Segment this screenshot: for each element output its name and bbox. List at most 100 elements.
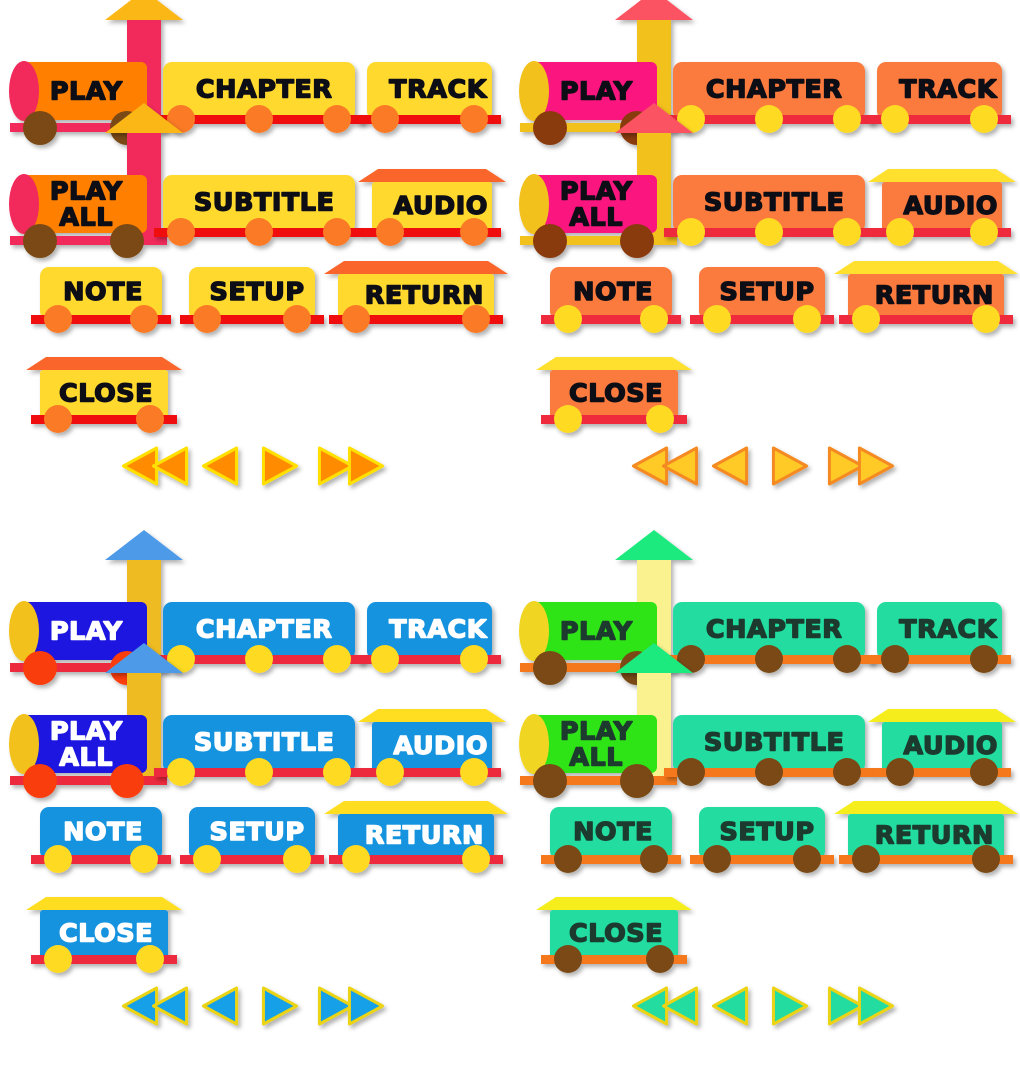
car-wheel [167, 218, 195, 246]
arrow-skip-back-icon[interactable] [661, 986, 699, 1026]
arrow-skip-back-icon[interactable] [151, 446, 189, 486]
arrow-previous-icon[interactable] [711, 446, 749, 486]
note-button[interactable]: NOTE [31, 267, 171, 333]
arrow-skip-forward-button[interactable] [317, 986, 385, 1026]
subtitle-button[interactable]: SUBTITLE [664, 175, 874, 246]
arrow-skip-back-button[interactable] [631, 986, 699, 1026]
return-button-label: RETURN [365, 821, 484, 850]
return-button[interactable]: RETURN [834, 261, 1018, 333]
return-button-label: RETURN [365, 281, 484, 310]
track-button[interactable]: TRACK [358, 62, 501, 133]
arrow-skip-back-icon[interactable] [661, 446, 699, 486]
car-wheel [245, 105, 273, 133]
arrow-skip-back-icon[interactable] [121, 986, 159, 1026]
arrow-skip-back-icon[interactable] [121, 446, 159, 486]
car-wheel [136, 945, 164, 973]
arrow-play-icon[interactable] [771, 986, 809, 1026]
chapter-button[interactable]: CHAPTER [664, 62, 874, 133]
arrow-play-button[interactable] [771, 986, 809, 1026]
audio-button[interactable]: AUDIO [868, 709, 1016, 786]
car-roof [358, 709, 506, 722]
arrow-skip-back-icon[interactable] [151, 986, 189, 1026]
car-wheel [886, 758, 914, 786]
audio-button[interactable]: AUDIO [358, 169, 506, 246]
track-button[interactable]: TRACK [868, 62, 1011, 133]
close-button-label: CLOSE [569, 379, 663, 408]
track-button-label: TRACK [389, 75, 488, 104]
setup-button[interactable]: SETUP [180, 807, 324, 873]
return-button[interactable]: RETURN [324, 261, 508, 333]
arrow-skip-back-button[interactable] [631, 446, 699, 486]
close-button[interactable]: CLOSE [536, 357, 692, 433]
play-button-label: PLAY [50, 77, 123, 106]
theme-panel-orange: PLAY CHAPTER TRACK PLAY ALL SUBTITLE AUDIO NOTE… [0, 0, 510, 540]
arrow-play-icon[interactable] [261, 446, 299, 486]
arrow-play-button[interactable] [261, 986, 299, 1026]
car-roof [834, 801, 1018, 814]
car-wheel [881, 645, 909, 673]
arrow-previous-icon[interactable] [201, 446, 239, 486]
audio-button[interactable]: AUDIO [868, 169, 1016, 246]
arrow-play-button[interactable] [771, 446, 809, 486]
setup-button[interactable]: SETUP [690, 267, 834, 333]
track-button[interactable]: TRACK [358, 602, 501, 673]
car-wheel [554, 405, 582, 433]
arrow-skip-back-button[interactable] [121, 986, 189, 1026]
close-button[interactable]: CLOSE [26, 897, 182, 973]
car-wheel [376, 758, 404, 786]
car-roof [536, 357, 692, 370]
arrow-previous-button[interactable] [201, 986, 239, 1026]
arrow-skip-forward-icon[interactable] [317, 446, 355, 486]
car-roof [324, 801, 508, 814]
chapter-button[interactable]: CHAPTER [664, 602, 874, 673]
arrow-skip-back-icon[interactable] [631, 446, 669, 486]
arrow-play-icon[interactable] [771, 446, 809, 486]
track-button[interactable]: TRACK [868, 602, 1011, 673]
play-all-button-label-line2: ALL [569, 743, 623, 772]
arrow-skip-forward-button[interactable] [317, 446, 385, 486]
note-button[interactable]: NOTE [541, 807, 681, 873]
arrow-skip-forward-icon[interactable] [827, 446, 865, 486]
arrow-skip-forward-icon[interactable] [827, 986, 865, 1026]
return-button[interactable]: RETURN [324, 801, 508, 873]
car-wheel [460, 758, 488, 786]
note-button[interactable]: NOTE [541, 267, 681, 333]
return-button-label: RETURN [875, 281, 994, 310]
audio-button-label: AUDIO [903, 731, 998, 760]
arrow-skip-forward-icon[interactable] [347, 446, 385, 486]
close-button[interactable]: CLOSE [26, 357, 182, 433]
arrow-previous-icon[interactable] [711, 986, 749, 1026]
arrow-play-button[interactable] [261, 446, 299, 486]
arrow-skip-forward-button[interactable] [827, 446, 895, 486]
subtitle-button[interactable]: SUBTITLE [154, 715, 364, 786]
arrow-skip-forward-icon[interactable] [347, 986, 385, 1026]
chapter-button[interactable]: CHAPTER [154, 62, 364, 133]
arrow-skip-forward-icon[interactable] [857, 986, 895, 1026]
car-roof [26, 357, 182, 370]
audio-button[interactable]: AUDIO [358, 709, 506, 786]
arrow-skip-forward-button[interactable] [827, 986, 895, 1026]
setup-button[interactable]: SETUP [690, 807, 834, 873]
arrow-previous-button[interactable] [711, 446, 749, 486]
subtitle-button[interactable]: SUBTITLE [664, 715, 874, 786]
arrow-play-icon[interactable] [261, 986, 299, 1026]
note-button-label: NOTE [63, 277, 143, 306]
arrow-previous-button[interactable] [711, 986, 749, 1026]
play-all-button-label-line1: PLAY [560, 177, 633, 206]
arrow-previous-icon[interactable] [201, 986, 239, 1026]
subtitle-button[interactable]: SUBTITLE [154, 175, 364, 246]
return-button[interactable]: RETURN [834, 801, 1018, 873]
setup-button[interactable]: SETUP [180, 267, 324, 333]
chapter-button[interactable]: CHAPTER [154, 602, 364, 673]
arrow-skip-back-icon[interactable] [631, 986, 669, 1026]
arrow-skip-forward-icon[interactable] [317, 986, 355, 1026]
arrow-skip-back-button[interactable] [121, 446, 189, 486]
car-wheel [755, 105, 783, 133]
car-wheel [755, 758, 783, 786]
car-wheel [323, 645, 351, 673]
note-button[interactable]: NOTE [31, 807, 171, 873]
close-button[interactable]: CLOSE [536, 897, 692, 973]
car-wheel [193, 305, 221, 333]
arrow-previous-button[interactable] [201, 446, 239, 486]
arrow-skip-forward-icon[interactable] [857, 446, 895, 486]
